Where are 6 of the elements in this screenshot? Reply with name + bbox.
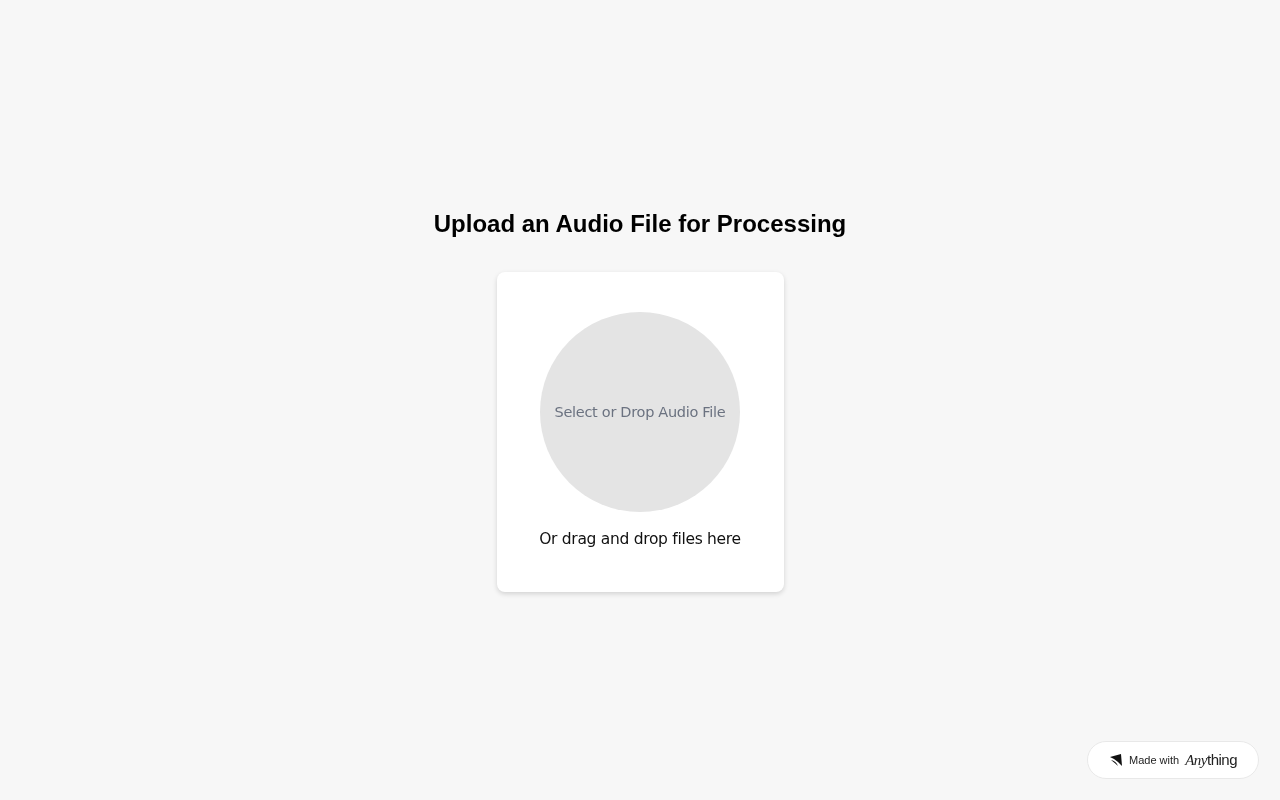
page-title: Upload an Audio File for Processing xyxy=(433,209,847,239)
badge-label: Made with xyxy=(1129,754,1180,766)
brand-name: Anything xyxy=(1185,751,1237,769)
made-with-badge[interactable]: Made with Anything xyxy=(1087,741,1259,779)
upload-button[interactable]: Select or Drop Audio File xyxy=(540,312,740,512)
drop-hint: Or drag and drop files here xyxy=(539,530,741,548)
